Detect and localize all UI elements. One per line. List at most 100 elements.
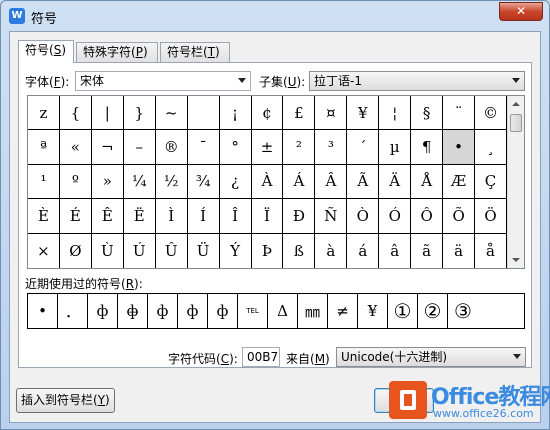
recent-symbol-cell[interactable]: ③ xyxy=(448,294,478,328)
symbol-cell[interactable]: « xyxy=(59,130,92,165)
symbol-cell[interactable]: • xyxy=(443,130,476,165)
symbol-cell[interactable]: ¦ xyxy=(379,96,412,131)
recent-symbol-cell[interactable]: ． xyxy=(58,294,88,328)
symbol-cell[interactable]: ½ xyxy=(155,164,188,200)
symbol-cell[interactable]: Ô xyxy=(411,199,444,234)
symbol-cell[interactable]: Ù xyxy=(92,233,124,268)
recent-symbol-cell[interactable]: ф xyxy=(148,294,178,328)
recent-symbol-cell[interactable]: TEL xyxy=(238,294,268,328)
symbol-cell[interactable]: ã xyxy=(411,233,444,268)
symbol-cell[interactable]: ® xyxy=(155,130,188,165)
encoding-select[interactable]: Unicode(十六进制) xyxy=(336,347,526,367)
recent-symbol-cell[interactable]: ф xyxy=(88,294,118,328)
symbol-cell[interactable]: É xyxy=(59,199,92,234)
symbol-cell[interactable]: Ê xyxy=(91,199,124,234)
symbol-cell[interactable]: × xyxy=(28,233,60,268)
symbol-cell[interactable]: ° xyxy=(219,130,252,165)
symbol-cell[interactable]: ¡ xyxy=(219,96,252,131)
symbol-cell[interactable]: Ú xyxy=(124,233,156,268)
insert-to-symbol-bar-button[interactable]: 插入到符号栏(Y) xyxy=(16,388,115,413)
symbol-cell[interactable]: Â xyxy=(315,164,348,200)
symbol-cell[interactable]: ± xyxy=(251,130,284,165)
symbol-cell[interactable]: ß xyxy=(283,233,316,268)
symbol-cell[interactable]: ¶ xyxy=(411,130,444,165)
subset-select[interactable]: 拉丁语-1 xyxy=(309,71,525,91)
symbol-cell[interactable]: á xyxy=(347,233,380,268)
symbol-cell[interactable]: Û xyxy=(156,233,188,268)
symbol-cell[interactable]: Ý xyxy=(220,233,252,268)
recent-symbol-cell[interactable]: ㎜ xyxy=(298,294,328,328)
symbol-cell[interactable]: ³ xyxy=(315,130,348,165)
symbol-cell[interactable]: z xyxy=(28,96,60,131)
recent-symbol-cell[interactable]: ① xyxy=(388,294,418,328)
symbol-cell[interactable]: Í xyxy=(187,199,220,234)
symbol-cell[interactable]: ¸ xyxy=(475,130,507,165)
symbol-cell[interactable]: Õ xyxy=(443,199,476,234)
recent-symbol-cell[interactable]: ¥ xyxy=(358,294,388,328)
recent-symbol-cell[interactable]: ф̶ xyxy=(118,294,148,328)
symbol-cell[interactable]: – xyxy=(123,130,156,165)
symbol-cell[interactable]: ¨ xyxy=(443,96,476,131)
symbol-cell[interactable]: ¹ xyxy=(28,164,60,200)
symbol-cell[interactable]: Ã xyxy=(347,164,380,200)
symbol-cell[interactable]: Ó xyxy=(379,199,412,234)
symbol-cell[interactable]: © xyxy=(475,96,507,131)
symbol-cell[interactable]: À xyxy=(251,164,284,200)
symbol-cell[interactable]: ¯ xyxy=(187,130,220,165)
symbol-cell[interactable]: à xyxy=(315,233,348,268)
symbol-cell[interactable]: ¥ xyxy=(347,96,380,131)
symbol-cell[interactable]: £ xyxy=(283,96,316,131)
symbol-cell[interactable]: Ñ xyxy=(315,199,348,234)
symbol-cell[interactable]: ² xyxy=(283,130,316,165)
symbol-cell[interactable]: Ö xyxy=(475,199,507,234)
symbol-cell[interactable]: Æ xyxy=(443,164,476,200)
font-select[interactable]: 宋体 xyxy=(75,71,251,91)
symbol-cell[interactable]: â xyxy=(379,233,412,268)
symbol-cell[interactable]: ¤ xyxy=(315,96,348,131)
recent-symbol-cell[interactable]: ② xyxy=(418,294,448,328)
symbol-cell[interactable]: ä xyxy=(443,233,476,268)
title-bar[interactable]: W 符号 ✕ xyxy=(1,1,549,31)
symbol-cell[interactable]: ´ xyxy=(347,130,380,165)
symbol-cell[interactable]: ¼ xyxy=(123,164,156,200)
tab-symbols[interactable]: 符号(S) xyxy=(18,40,74,63)
symbol-cell[interactable]: Ø xyxy=(60,233,92,268)
symbol-cell[interactable]: Þ xyxy=(252,233,284,268)
symbol-cell[interactable]: » xyxy=(91,164,124,200)
symbol-cell[interactable]: Ü xyxy=(188,233,220,268)
symbol-cell[interactable]: ª xyxy=(28,130,60,165)
recent-symbol-cell[interactable]: ф xyxy=(178,294,208,328)
symbol-cell[interactable]: § xyxy=(411,96,444,131)
symbol-cell[interactable]: ¾ xyxy=(187,164,220,200)
symbol-cell[interactable]: ¿ xyxy=(219,164,252,200)
symbol-cell[interactable]: ¢ xyxy=(251,96,284,131)
symbol-cell[interactable]: } xyxy=(123,96,156,131)
symbol-cell[interactable]: | xyxy=(91,96,124,131)
symbol-cell[interactable] xyxy=(187,96,220,131)
symbol-cell[interactable]: Ò xyxy=(347,199,380,234)
symbol-cell[interactable]: È xyxy=(28,199,60,234)
symbol-cell[interactable]: µ xyxy=(379,130,412,165)
char-code-input[interactable]: 00B7 xyxy=(242,347,280,367)
symbol-cell[interactable]: ~ xyxy=(155,96,188,131)
symbol-cell[interactable]: Ë xyxy=(123,199,156,234)
close-button[interactable]: ✕ xyxy=(499,2,543,21)
recent-symbol-cell[interactable]: • xyxy=(28,294,58,328)
symbol-cell[interactable]: å xyxy=(475,233,507,268)
symbol-cell[interactable]: { xyxy=(59,96,92,131)
symbol-cell[interactable]: Å xyxy=(411,164,444,200)
symbol-cell[interactable]: Ä xyxy=(379,164,412,200)
symbol-cell[interactable]: Ð xyxy=(283,199,316,234)
vertical-scrollbar[interactable] xyxy=(507,96,524,268)
recent-symbol-cell[interactable]: Δ xyxy=(268,294,298,328)
symbol-cell[interactable]: ¬ xyxy=(91,130,124,165)
symbol-cell[interactable]: Ì xyxy=(155,199,188,234)
recent-symbol-cell[interactable]: ≠ xyxy=(328,294,358,328)
symbol-cell[interactable]: Î xyxy=(219,199,252,234)
tab-symbol-bar[interactable]: 符号栏(T) xyxy=(160,42,230,62)
symbol-cell[interactable]: Ï xyxy=(251,199,284,234)
scroll-thumb[interactable] xyxy=(510,114,522,132)
scroll-up-icon[interactable] xyxy=(512,102,520,106)
scroll-down-icon[interactable] xyxy=(512,258,520,262)
symbol-cell[interactable]: Ç xyxy=(475,164,507,200)
